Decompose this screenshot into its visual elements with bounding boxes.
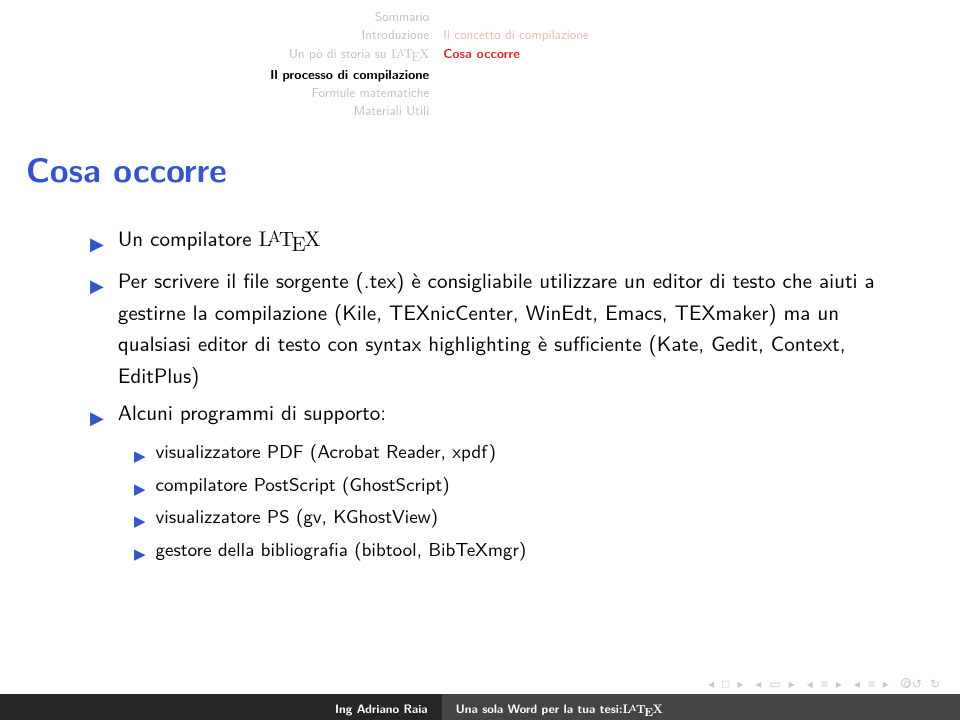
- bullet-item: ▶ Un compilatore LATEX: [90, 223, 910, 259]
- outline-subitem[interactable]: Il concetto di compilazione: [443, 26, 940, 44]
- bullet-marker-icon: ▶: [134, 444, 146, 467]
- outline-sections: Sommario Introduzione Un pò di storia su…: [20, 8, 443, 120]
- outline-subitem-active[interactable]: Cosa occorre: [443, 44, 940, 62]
- outline-item[interactable]: Sommario: [20, 8, 429, 26]
- nav-slide-icon[interactable]: ◂ □ ▸: [708, 674, 745, 692]
- slide-body: ▶ Un compilatore LATEX ▶ Per scrivere il…: [0, 223, 960, 564]
- nav-subsection-icon[interactable]: ◂ ≡ ▸: [854, 674, 891, 692]
- outline-item[interactable]: Formule matematiche: [20, 84, 429, 102]
- bullet-item: ▶ Per scrivere il file sorgente (.tex) è…: [90, 265, 910, 391]
- sub-bullet-item: ▶ visualizzatore PS (gv, KGhostView): [134, 501, 910, 532]
- outline-subsections: Il concetto di compilazione Cosa occorre: [443, 8, 940, 120]
- sub-bullet-list: ▶ visualizzatore PDF (Acrobat Reader, xp…: [134, 436, 910, 564]
- outline-item[interactable]: Materiali Utili: [20, 102, 429, 120]
- outline-item-active[interactable]: Il processo di compilazione: [20, 65, 429, 83]
- bullet-item: ▶ Alcuni programmi di supporto:: [90, 397, 910, 430]
- nav-frame-icon[interactable]: ◂ ▭ ▸: [755, 674, 796, 692]
- bullet-marker-icon: ▶: [134, 477, 146, 500]
- outline-item[interactable]: Introduzione: [20, 26, 429, 44]
- nav-section-icon[interactable]: ◂ ≡ ▸: [807, 674, 844, 692]
- nav-back-forward-icon[interactable]: ↺ ↻: [901, 674, 942, 692]
- footer-title: Una sola Word per la tua tesi:LATEX: [442, 694, 960, 720]
- bullet-marker-icon: ▶: [90, 271, 104, 298]
- bullet-marker-icon: ▶: [134, 509, 146, 532]
- bullet-marker-icon: ▶: [90, 229, 104, 256]
- sub-bullet-item: ▶ visualizzatore PDF (Acrobat Reader, xp…: [134, 436, 910, 467]
- bullet-text: Per scrivere il file sorgente (.tex) è c…: [118, 265, 910, 391]
- beamer-nav-symbols[interactable]: ◂ □ ▸ ◂ ▭ ▸ ◂ ≡ ▸ ◂ ≡ ▸ ↺ ↻: [708, 674, 942, 692]
- sub-bullet-text: visualizzatore PS (gv, KGhostView): [156, 501, 438, 530]
- sub-bullet-text: gestore della bibliografia (bibtool, Bib…: [156, 534, 527, 563]
- slide-title: Cosa occorre: [0, 124, 960, 223]
- sub-bullet-item: ▶ gestore della bibliografia (bibtool, B…: [134, 534, 910, 565]
- bullet-text: Un compilatore LATEX: [118, 223, 321, 259]
- sub-bullet-text: compilatore PostScript (GhostScript): [156, 469, 450, 498]
- slide-header: Sommario Introduzione Un pò di storia su…: [0, 0, 960, 124]
- slide-footer: Ing Adriano Raia Una sola Word per la tu…: [0, 694, 960, 720]
- bullet-text: Alcuni programmi di supporto:: [118, 397, 386, 429]
- bullet-marker-icon: ▶: [90, 403, 104, 430]
- bullet-marker-icon: ▶: [134, 542, 146, 565]
- sub-bullet-item: ▶ compilatore PostScript (GhostScript): [134, 469, 910, 500]
- outline-item[interactable]: Un pò di storia su LATEX: [20, 44, 429, 65]
- sub-bullet-text: visualizzatore PDF (Acrobat Reader, xpdf…: [156, 436, 496, 465]
- footer-author: Ing Adriano Raia: [0, 694, 442, 720]
